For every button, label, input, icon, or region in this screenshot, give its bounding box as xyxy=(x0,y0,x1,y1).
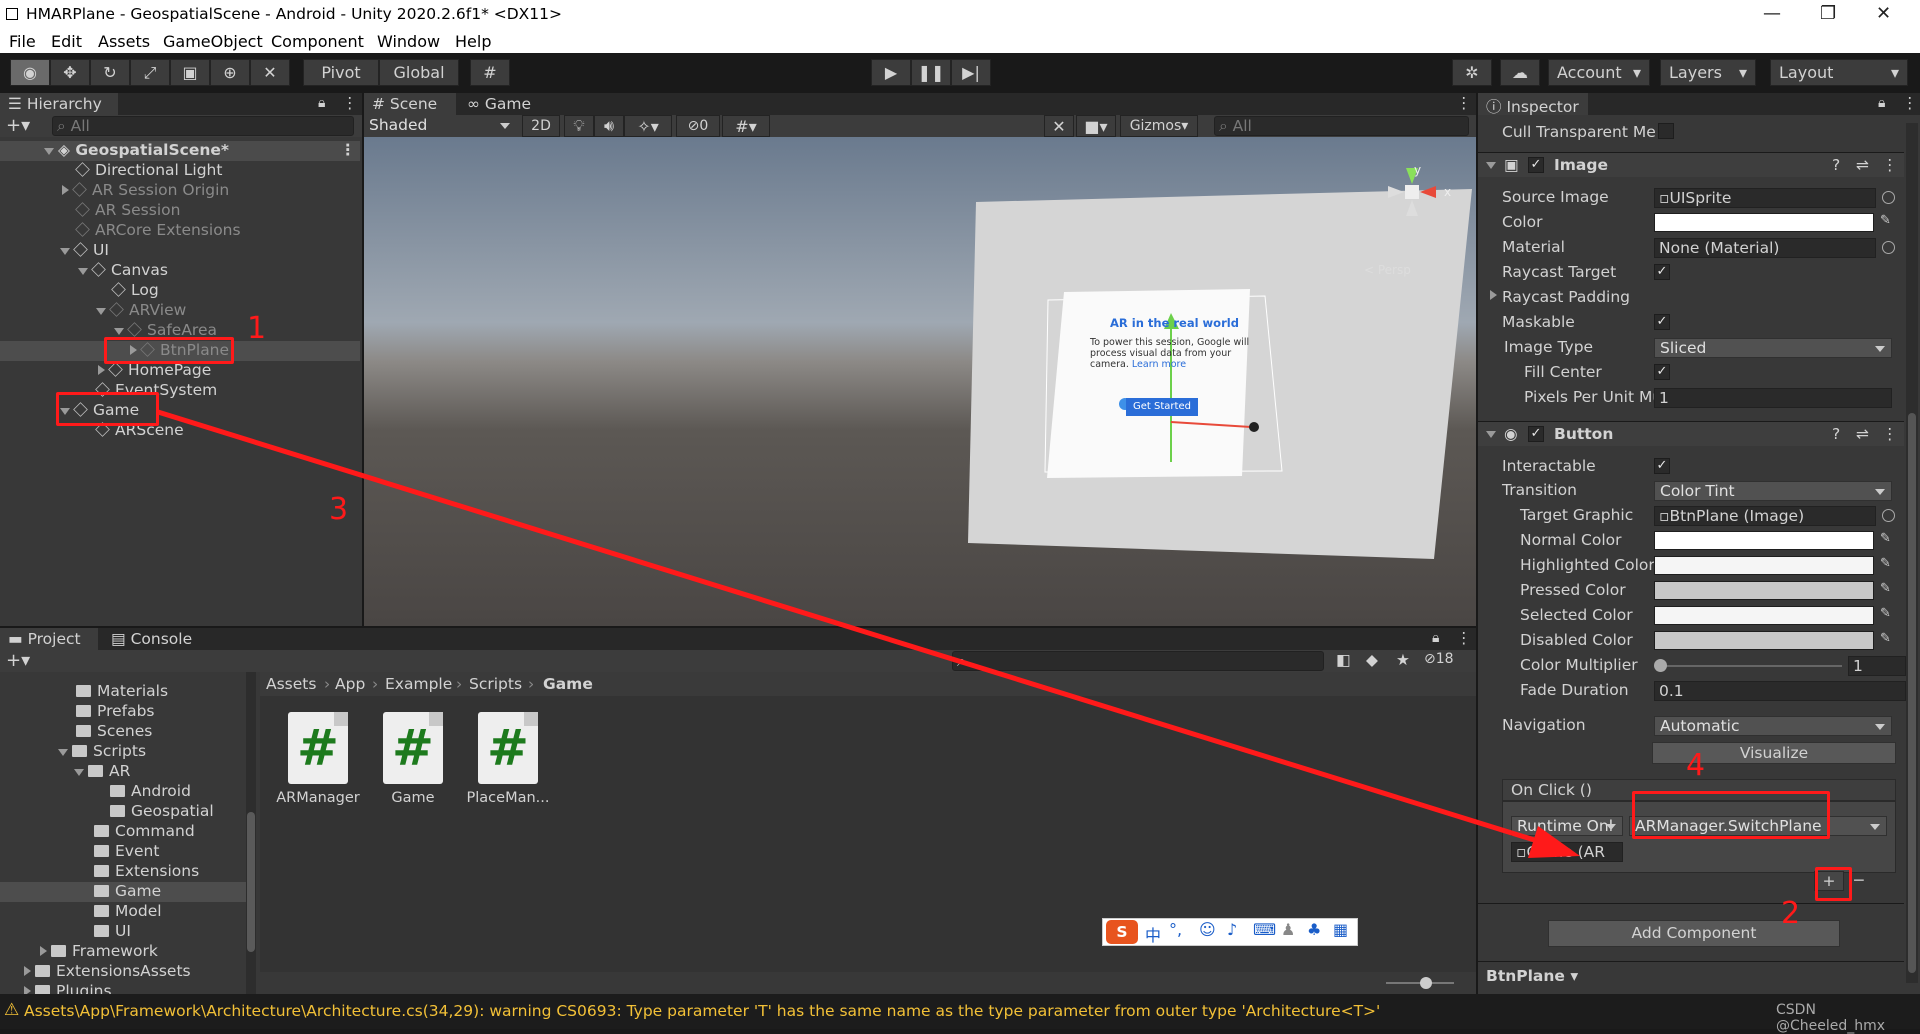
annotation-arrow xyxy=(157,409,1580,858)
